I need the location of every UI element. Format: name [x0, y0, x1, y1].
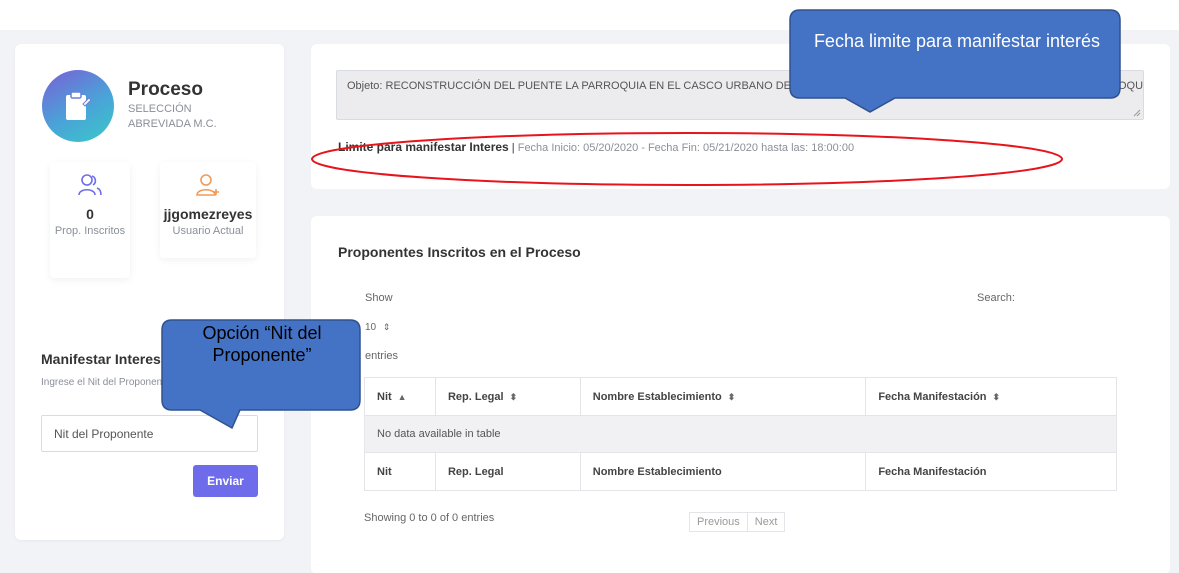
callout-top-text: Fecha limite para manifestar interés	[813, 31, 1101, 51]
callout-shapes	[161, 9, 1121, 430]
callout-top-shape	[789, 9, 1121, 113]
callout-left-text: Opción “Nit del Proponente”	[202, 323, 322, 365]
